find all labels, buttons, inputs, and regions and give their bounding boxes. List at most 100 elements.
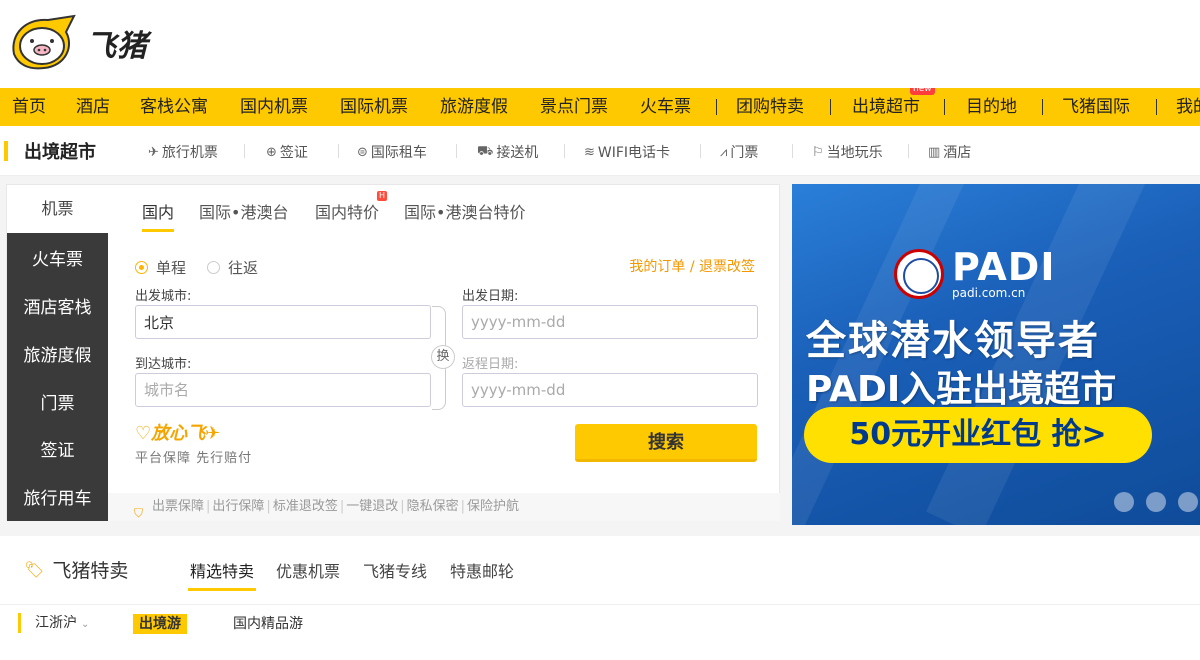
nav-item-label: 出境超市 (852, 97, 920, 117)
brand-logo[interactable]: 飞猪 (8, 14, 148, 72)
side-tab-flights[interactable]: 机票 (7, 185, 108, 233)
guarantee-item: 出票保障 (152, 499, 205, 514)
from-city-input[interactable] (135, 305, 431, 339)
brand-name: 飞猪 (86, 29, 148, 64)
promo-banner[interactable]: PADI padi.com.cn 全球潜水领导者 PADI入驻出境超市 50元开… (792, 184, 1200, 525)
side-tab-car[interactable]: 旅行用车 (7, 484, 108, 509)
shuttle-icon: ⛟ (477, 143, 494, 159)
sub-nav-item-tickets[interactable]: ⩘ 门票 (720, 142, 758, 162)
sub-nav-label: 国际租车 (370, 145, 427, 161)
globe-icon (894, 249, 944, 299)
sub-nav: 出境超市 ✈ 旅行机票 ⊕ 签证 ⊜ 国际租车 ⛟ 接送机 ≋ WIFI电话卡 ⩘ 门票 ⚐… (0, 126, 1200, 176)
nav-separator (1042, 99, 1043, 115)
guarantee-item: 保险护航 (467, 499, 520, 514)
sub-nav-item-local-fun[interactable]: ⚐ 当地玩乐 (812, 142, 883, 162)
deals-tab-featured[interactable]: 精选特卖 (187, 558, 257, 591)
chip-outbound[interactable]: 出境游 (133, 614, 187, 634)
tab-international[interactable]: 国际•港澳台 (199, 199, 288, 223)
nav-item-domestic-flights[interactable]: 国内机票 (240, 88, 308, 126)
tab-domestic-deals[interactable]: 国内特价 H (315, 191, 388, 223)
nav-item-fliggy-intl[interactable]: 飞猪国际 (1062, 88, 1130, 126)
padi-text: PADI padi.com.cn (952, 248, 1055, 300)
side-tab-train[interactable]: 火车票 (7, 245, 108, 270)
flag-icon: ⚐ (812, 144, 824, 160)
nav-separator (1156, 99, 1157, 115)
guarantee-item: 一键退改 (346, 499, 399, 514)
sub-nav-label: 门票 (730, 145, 759, 161)
nav-item-home[interactable]: 首页 (12, 88, 46, 126)
chevron-down-icon: ⌄ (81, 619, 90, 630)
radio-dot (207, 261, 220, 274)
tab-domestic[interactable]: 国内 (142, 199, 175, 232)
sub-nav-separator (456, 144, 457, 158)
banner-cta-button[interactable]: 50元开业红包 抢> (804, 407, 1152, 463)
sub-nav-item-wifi[interactable]: ≋ WIFI电话卡 (584, 142, 670, 162)
guarantee-separator: | (206, 499, 211, 514)
search-button[interactable]: 搜索 (575, 424, 757, 462)
main-nav: 首页 酒店 客栈公寓 国内机票 国际机票 旅游度假 景点门票 火车票 团购特卖 … (0, 88, 1200, 126)
tag-icon: 🏷 (24, 560, 45, 579)
radio-label: 往返 (228, 259, 259, 277)
return-date-input[interactable] (462, 373, 758, 407)
side-tab-hotel[interactable]: 酒店客栈 (7, 293, 108, 318)
deals-tab-special-lines[interactable]: 飞猪专线 (363, 558, 427, 582)
assurance-brand: ♡放心飞✈ (135, 419, 252, 445)
sub-nav-label: 当地玩乐 (826, 145, 883, 161)
nav-item-intl-flights[interactable]: 国际机票 (340, 88, 408, 126)
nav-item-inn[interactable]: 客栈公寓 (140, 88, 208, 126)
assurance-badge: ♡放心飞✈ 平台保障 先行赔付 (135, 419, 252, 466)
sub-nav-separator (564, 144, 565, 158)
guarantee-item: 标准退改签 (272, 499, 338, 514)
chip-domestic[interactable]: 国内精品游 (227, 614, 309, 634)
side-tab-visa[interactable]: 签证 (7, 436, 108, 461)
sub-nav-label: 接送机 (496, 145, 539, 161)
my-orders-link[interactable]: 我的订单 (629, 259, 685, 275)
tab-international-deals[interactable]: 国际•港澳台特价 (404, 199, 525, 223)
sub-nav-item-car-rental[interactable]: ⊜ 国际租车 (357, 142, 427, 162)
sub-nav-item-transfer[interactable]: ⛟ 接送机 (477, 142, 538, 162)
order-links: 我的订单 / 退票改签 (629, 256, 755, 276)
carousel-dot[interactable] (1178, 492, 1198, 512)
sub-nav-label: 签证 (279, 145, 308, 161)
sub-nav-title: 出境超市 (24, 142, 96, 163)
car-icon: ⊜ (357, 144, 368, 160)
nav-item-vacation[interactable]: 旅游度假 (440, 88, 508, 126)
region-label: 江浙沪 (35, 615, 77, 631)
divider (0, 604, 1200, 605)
depart-date-input[interactable] (462, 305, 758, 339)
carousel-dots (1102, 492, 1198, 512)
side-tab-vacation[interactable]: 旅游度假 (7, 341, 108, 366)
ticket-icon: ⩘ (720, 144, 728, 160)
sub-nav-label: WIFI电话卡 (597, 145, 671, 161)
radio-round-trip[interactable]: 往返 (207, 257, 258, 278)
nav-item-attractions[interactable]: 景点门票 (540, 88, 608, 126)
side-tab-tickets[interactable]: 门票 (7, 389, 108, 414)
guarantee-separator: | (266, 499, 271, 514)
sub-nav-item-flights[interactable]: ✈ 旅行机票 (148, 142, 218, 162)
nav-item-train[interactable]: 火车票 (640, 88, 691, 126)
deals-tab-flights[interactable]: 优惠机票 (276, 558, 340, 582)
heart-icon: ♡ (135, 423, 152, 444)
carousel-dot[interactable] (1146, 492, 1166, 512)
nav-item-mine[interactable]: 我的 (1176, 88, 1200, 126)
nav-item-destinations[interactable]: 目的地 (966, 88, 1017, 126)
carousel-dot[interactable] (1114, 492, 1134, 512)
sub-nav-item-visa[interactable]: ⊕ 签证 (266, 142, 308, 162)
nav-item-outbound-market[interactable]: 出境超市 new (852, 88, 935, 126)
sub-nav-item-hotel[interactable]: ▥ 酒店 (928, 142, 971, 162)
nav-separator (830, 99, 831, 115)
to-city-input[interactable] (135, 373, 431, 407)
deals-tab-cruises[interactable]: 特惠邮轮 (450, 558, 514, 582)
region-dropdown[interactable]: 江浙沪 ⌄ (18, 613, 89, 633)
guarantee-separator: | (460, 499, 466, 514)
new-badge: new (910, 88, 935, 95)
booking-sidebar: 火车票 酒店客栈 旅游度假 门票 签证 旅行用车 (7, 233, 108, 521)
swap-cities-button[interactable]: 换 (431, 345, 455, 369)
radio-one-way[interactable]: 单程 (135, 257, 186, 278)
nav-item-hotel[interactable]: 酒店 (76, 88, 110, 126)
nav-item-group-buy[interactable]: 团购特卖 (736, 88, 804, 126)
refund-link[interactable]: 退票改签 (699, 259, 755, 275)
sub-nav-separator (244, 144, 245, 158)
from-city-label: 出发城市: (135, 289, 192, 304)
return-date-label: 返程日期: (462, 357, 519, 372)
